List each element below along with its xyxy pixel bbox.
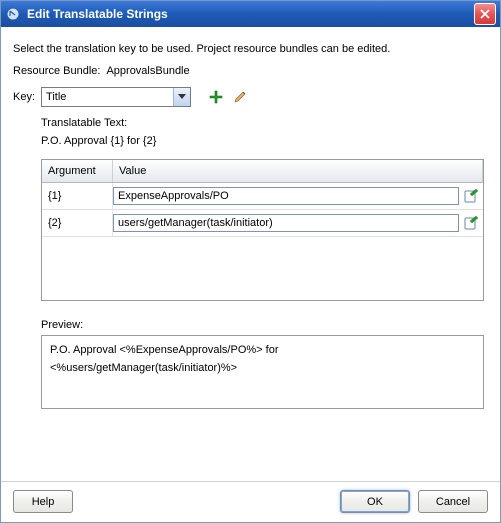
resource-bundle-label: Resource Bundle: <box>13 65 100 77</box>
cancel-button[interactable]: Cancel <box>418 490 488 513</box>
column-header-value[interactable]: Value <box>113 160 483 183</box>
preview-line: P.O. Approval <%ExpenseApprovals/PO%> fo… <box>50 342 475 360</box>
instruction-text: Select the translation key to be used. P… <box>13 43 488 55</box>
preview-line: <%users/getManager(task/initiator)%> <box>50 360 475 378</box>
key-row: Key: Title <box>13 87 488 107</box>
key-select-value: Title <box>46 91 66 103</box>
column-header-argument[interactable]: Argument <box>42 160 113 183</box>
arguments-table: Argument Value {1} <box>41 159 484 301</box>
key-label: Key: <box>13 91 35 103</box>
edit-value-button[interactable] <box>463 188 479 204</box>
translatable-text-value: P.O. Approval {1} for {2} <box>41 135 488 147</box>
add-key-button[interactable] <box>207 88 225 106</box>
argument-cell: {2} <box>42 210 113 237</box>
preview-box: P.O. Approval <%ExpenseApprovals/PO%> fo… <box>41 335 484 409</box>
app-icon <box>5 6 21 22</box>
chevron-down-icon <box>173 88 190 106</box>
window-title: Edit Translatable Strings <box>27 7 474 21</box>
resource-bundle-value: ApprovalsBundle <box>106 65 189 77</box>
ok-button[interactable]: OK <box>340 490 410 513</box>
titlebar: Edit Translatable Strings <box>1 1 500 27</box>
key-select[interactable]: Title <box>41 87 191 107</box>
edit-key-button[interactable] <box>231 88 249 106</box>
table-row: {1} <box>42 183 483 210</box>
edit-value-button[interactable] <box>463 215 479 231</box>
resource-bundle-row: Resource Bundle: ApprovalsBundle <box>13 65 488 77</box>
close-button[interactable] <box>474 3 496 25</box>
table-row: {2} <box>42 210 483 237</box>
argument-cell: {1} <box>42 183 113 210</box>
preview-label: Preview: <box>41 319 488 331</box>
translatable-text-label: Translatable Text: <box>41 117 488 129</box>
dialog-footer: Help OK Cancel <box>1 481 500 521</box>
dialog-content: Select the translation key to be used. P… <box>1 27 500 481</box>
value-input[interactable] <box>113 214 459 232</box>
help-button[interactable]: Help <box>13 490 73 513</box>
value-input[interactable] <box>113 187 459 205</box>
